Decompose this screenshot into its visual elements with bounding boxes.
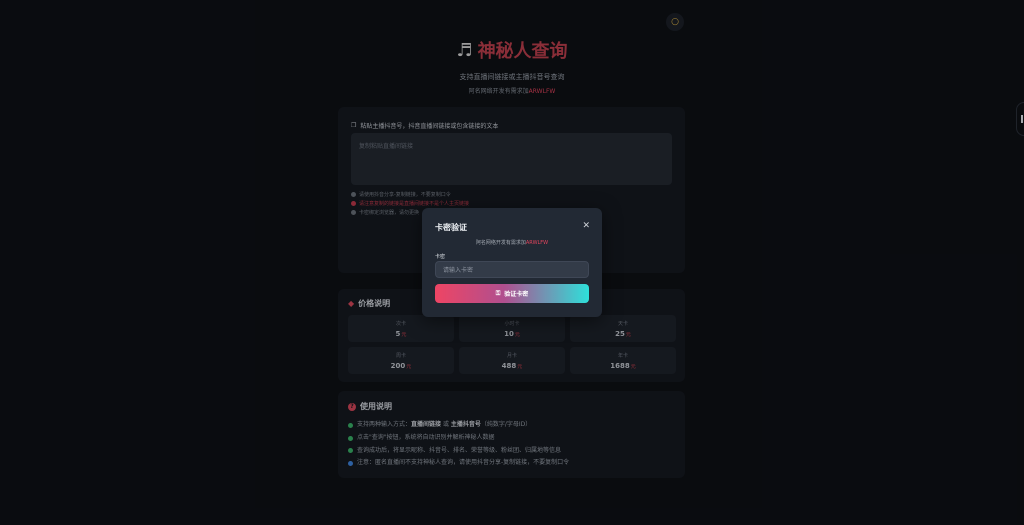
- verify-button-label: 验证卡密: [504, 291, 529, 298]
- dialog-contact: ARWLFW: [525, 240, 549, 246]
- close-icon[interactable]: ✕: [582, 221, 590, 231]
- verify-button[interactable]: ⚿ 验证卡密: [435, 284, 589, 303]
- page: ○ ♬ 神秘人查询 支持直播间链接或主播抖音号查询 阿名网络开发有需求加ARWL…: [0, 0, 1024, 525]
- dialog-note: 阿名网络开发有需求加ARWLFW: [422, 239, 602, 246]
- key-icon: ⚿: [495, 289, 501, 297]
- card-key-input[interactable]: 请输入卡密: [435, 261, 589, 278]
- dialog-title: 卡密验证: [435, 223, 467, 232]
- card-key-label: 卡密: [435, 254, 446, 260]
- dialog-note-text: 阿名网络开发有需求加: [475, 240, 526, 246]
- card-key-dialog: 卡密验证 ✕ 阿名网络开发有需求加ARWLFW 卡密 请输入卡密 ⚿ 验证卡密: [422, 208, 602, 317]
- card-key-placeholder: 请输入卡密: [443, 267, 474, 274]
